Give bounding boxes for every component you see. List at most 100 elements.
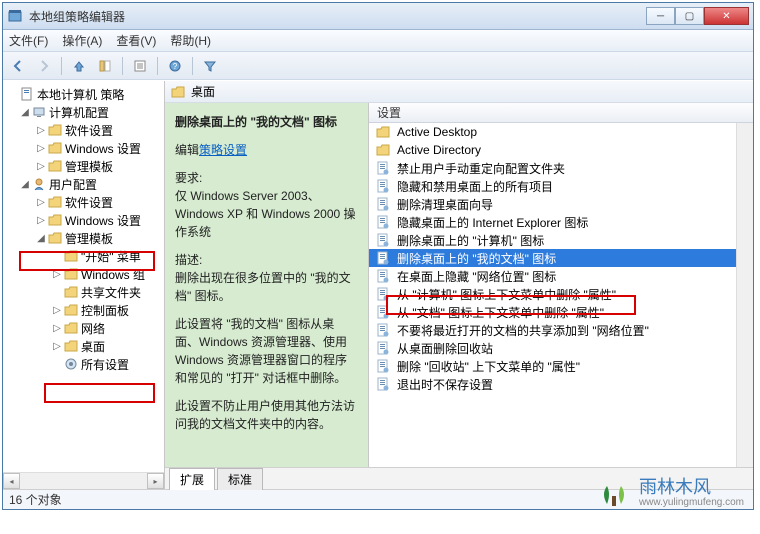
tree-cc-windows[interactable]: ▷ Windows 设置 — [3, 139, 164, 157]
list-item-label: 删除桌面上的 "我的文档" 图标 — [397, 250, 556, 267]
folder-icon — [47, 194, 63, 210]
tree-control-panel[interactable]: ▷ 控制面板 — [3, 301, 164, 319]
settings-column-header[interactable]: 设置 — [369, 103, 753, 123]
tree-cc-software[interactable]: ▷ 软件设置 — [3, 121, 164, 139]
tree-user-config[interactable]: ◢ 用户配置 — [3, 175, 164, 193]
tree-label: 管理模板 — [65, 230, 113, 247]
tree-computer-config[interactable]: ◢ 计算机配置 — [3, 103, 164, 121]
tree-label: 网络 — [81, 320, 105, 337]
tree-all-settings[interactable]: 所有设置 — [3, 355, 164, 373]
tree-label: 所有设置 — [81, 356, 129, 373]
scroll-right-button[interactable]: ▸ — [147, 473, 164, 489]
up-button[interactable] — [68, 55, 90, 77]
list-item[interactable]: 不要将最近打开的文档的共享添加到 "网络位置" — [369, 321, 736, 339]
expand-icon[interactable]: ▷ — [35, 161, 47, 172]
tree-windows-components[interactable]: ▷ Windows 组 — [3, 265, 164, 283]
maximize-button[interactable]: ▢ — [675, 7, 704, 25]
forward-button[interactable] — [33, 55, 55, 77]
right-header-title: 桌面 — [191, 83, 215, 100]
menu-action[interactable]: 操作(A) — [62, 32, 102, 49]
status-bar: 16 个对象 — [3, 489, 753, 509]
tree-body[interactable]: 本地计算机 策略 ◢ 计算机配置 ▷ 软件设置 ▷ Windows 设置 — [3, 81, 164, 472]
scroll-track[interactable] — [20, 473, 147, 489]
expand-icon[interactable]: ▷ — [51, 341, 63, 352]
window-buttons: ─ ▢ ✕ — [646, 7, 749, 25]
menu-help[interactable]: 帮助(H) — [170, 32, 211, 49]
expand-icon[interactable]: ▷ — [51, 305, 63, 316]
tree-label: 桌面 — [81, 338, 105, 355]
svg-text:?: ? — [173, 62, 178, 71]
scroll-left-button[interactable]: ◂ — [3, 473, 20, 489]
tree-network[interactable]: ▷ 网络 — [3, 319, 164, 337]
list-item[interactable]: Active Directory — [369, 141, 736, 159]
menu-view[interactable]: 查看(V) — [116, 32, 156, 49]
list-vertical-scrollbar[interactable] — [736, 123, 753, 467]
tab-standard[interactable]: 标准 — [217, 468, 263, 490]
tree-uc-templates[interactable]: ◢ 管理模板 — [3, 229, 164, 247]
list-item[interactable]: 隐藏桌面上的 Internet Explorer 图标 — [369, 213, 736, 231]
tree-desktop[interactable]: ▷ 桌面 — [3, 337, 164, 355]
policy-icon — [375, 250, 391, 266]
tree-uc-windows[interactable]: ▷ Windows 设置 — [3, 211, 164, 229]
expand-icon[interactable]: ▷ — [35, 125, 47, 136]
list-item-label: 在桌面上隐藏 "网络位置" 图标 — [397, 268, 556, 285]
list-item[interactable]: 删除清理桌面向导 — [369, 195, 736, 213]
settings-header-label: 设置 — [377, 104, 401, 121]
tree-cc-templates[interactable]: ▷ 管理模板 — [3, 157, 164, 175]
list-item[interactable]: 删除 "回收站" 上下文菜单的 "属性" — [369, 357, 736, 375]
policy-icon — [375, 286, 391, 302]
list-item-label: 从 "计算机" 图标上下文菜单中删除 "属性" — [397, 286, 616, 303]
policy-icon — [375, 178, 391, 194]
list-item[interactable]: 删除桌面上的 "计算机" 图标 — [369, 231, 736, 249]
tree-label: 用户配置 — [49, 176, 97, 193]
tree-uc-software[interactable]: ▷ 软件设置 — [3, 193, 164, 211]
menu-file[interactable]: 文件(F) — [9, 32, 48, 49]
description-p1: 删除出现在很多位置中的 "我的文档" 图标。 — [175, 269, 358, 305]
requirements-text: 仅 Windows Server 2003、Windows XP 和 Windo… — [175, 187, 358, 241]
policy-icon — [375, 160, 391, 176]
list-item[interactable]: 禁止用户手动重定向配置文件夹 — [369, 159, 736, 177]
filter-button[interactable] — [199, 55, 221, 77]
list-item-label: 从桌面删除回收站 — [397, 340, 493, 357]
collapse-icon[interactable]: ◢ — [35, 233, 47, 244]
list-item[interactable]: 从 "计算机" 图标上下文菜单中删除 "属性" — [369, 285, 736, 303]
list-item[interactable]: 隐藏和禁用桌面上的所有项目 — [369, 177, 736, 195]
folder-icon — [375, 142, 391, 158]
expand-icon[interactable]: ▷ — [51, 323, 63, 334]
list-item[interactable]: 从桌面删除回收站 — [369, 339, 736, 357]
toolbar-separator-2 — [122, 57, 123, 75]
toolbar-separator-3 — [157, 57, 158, 75]
list-item[interactable]: 从 "文档" 图标上下文菜单中删除 "属性" — [369, 303, 736, 321]
list-item-label: 隐藏桌面上的 Internet Explorer 图标 — [397, 214, 588, 231]
settings-list[interactable]: Active DesktopActive Directory禁止用户手动重定向配… — [369, 123, 736, 467]
help-button[interactable]: ? — [164, 55, 186, 77]
policy-icon — [375, 340, 391, 356]
close-button[interactable]: ✕ — [704, 7, 749, 25]
tree-start-menu[interactable]: "开始" 菜单 — [3, 247, 164, 265]
expand-icon[interactable]: ▷ — [35, 215, 47, 226]
edit-label: 编辑 — [175, 143, 199, 157]
collapse-icon[interactable]: ◢ — [19, 179, 31, 190]
expand-icon[interactable]: ▷ — [35, 143, 47, 154]
policy-icon — [375, 214, 391, 230]
folder-icon — [47, 122, 63, 138]
show-hide-tree-button[interactable] — [94, 55, 116, 77]
tree-shared-folders[interactable]: 共享文件夹 — [3, 283, 164, 301]
menu-bar: 文件(F) 操作(A) 查看(V) 帮助(H) — [3, 30, 753, 52]
tree-label: Windows 设置 — [65, 212, 141, 229]
back-button[interactable] — [7, 55, 29, 77]
list-item[interactable]: 在桌面上隐藏 "网络位置" 图标 — [369, 267, 736, 285]
tree-horizontal-scrollbar[interactable]: ◂ ▸ — [3, 472, 164, 489]
list-item[interactable]: 删除桌面上的 "我的文档" 图标 — [369, 249, 736, 267]
expand-icon[interactable]: ▷ — [35, 197, 47, 208]
list-item[interactable]: 退出时不保存设置 — [369, 375, 736, 393]
minimize-button[interactable]: ─ — [646, 7, 675, 25]
policy-settings-link[interactable]: 策略设置 — [199, 143, 247, 157]
tab-extended[interactable]: 扩展 — [169, 468, 215, 490]
toolbar: ? — [3, 52, 753, 80]
properties-button[interactable] — [129, 55, 151, 77]
collapse-icon[interactable]: ◢ — [19, 107, 31, 118]
list-item[interactable]: Active Desktop — [369, 123, 736, 141]
expand-icon[interactable]: ▷ — [51, 269, 63, 280]
tree-root[interactable]: 本地计算机 策略 — [3, 85, 164, 103]
